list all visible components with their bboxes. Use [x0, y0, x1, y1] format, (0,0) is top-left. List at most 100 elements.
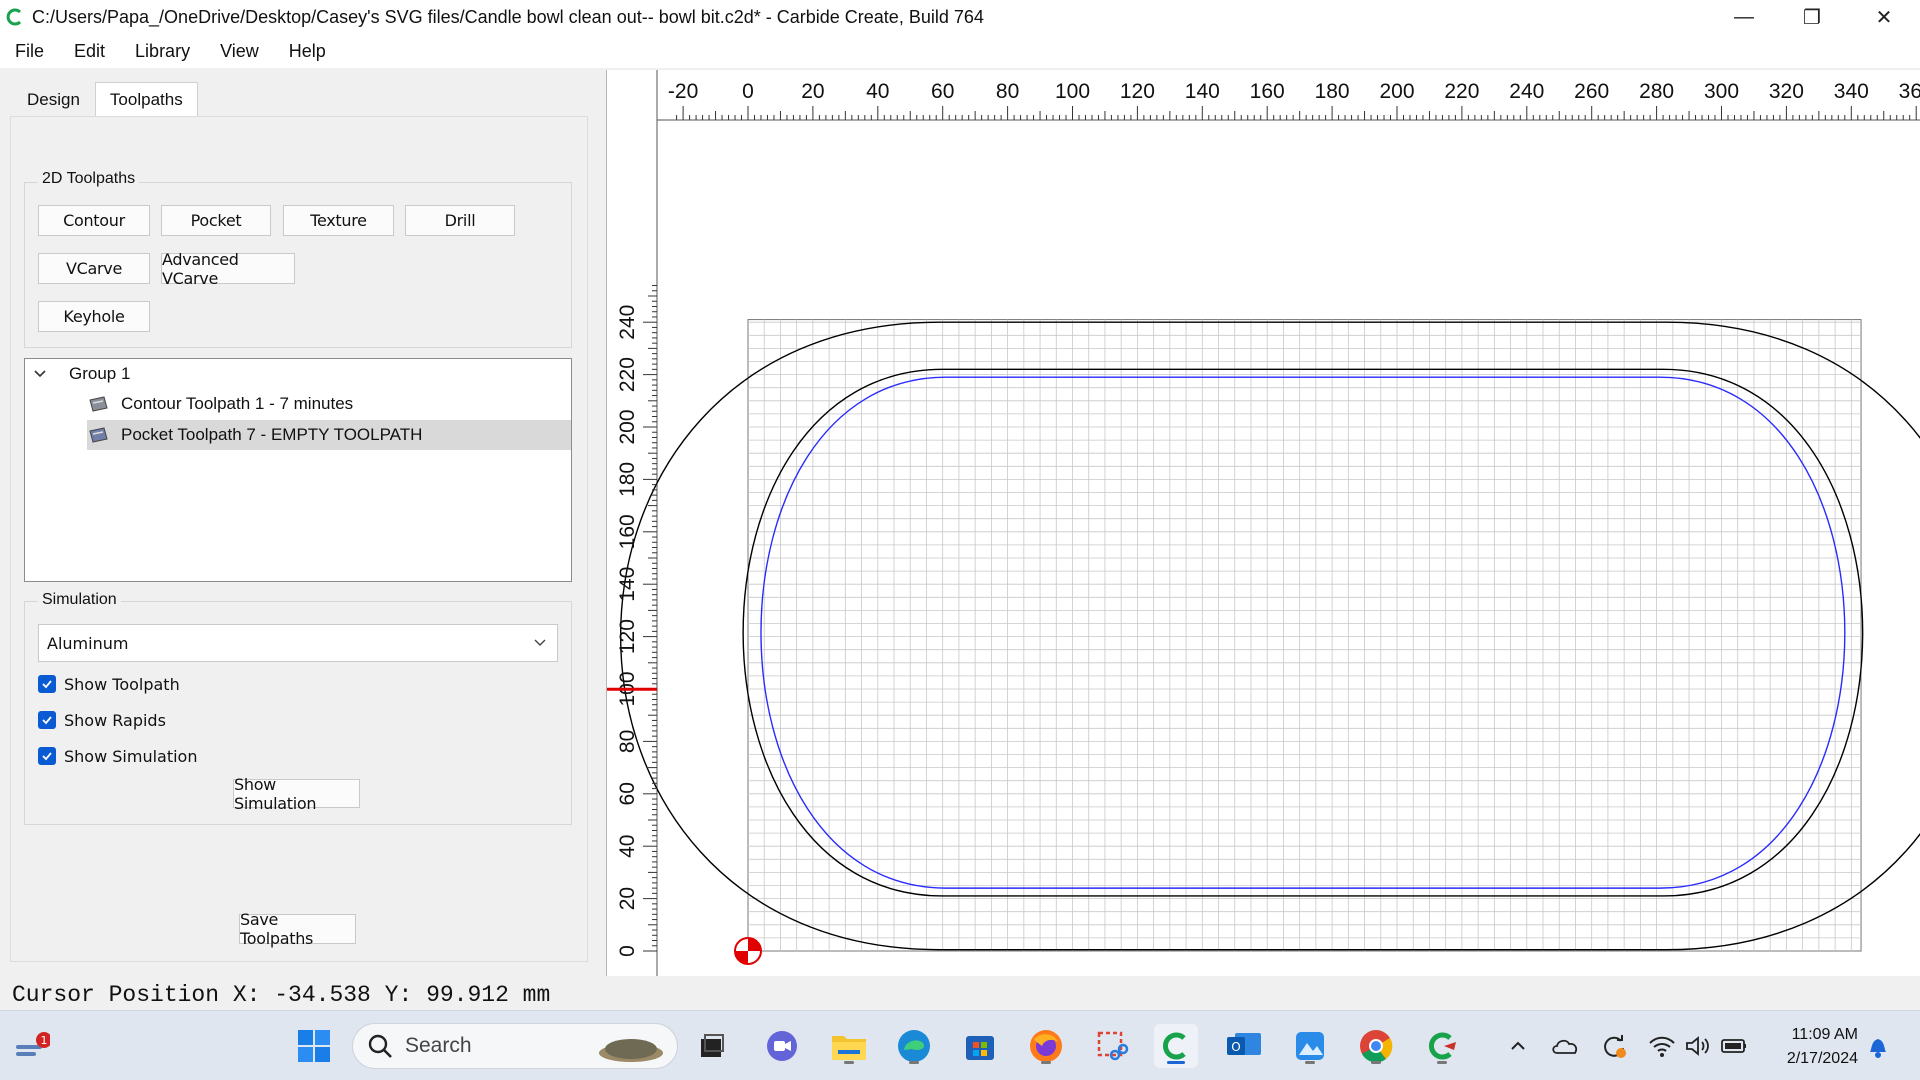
- simulation-title: Simulation: [38, 591, 121, 609]
- minimize-icon: —: [1734, 5, 1754, 28]
- chevron-down-icon[interactable]: [33, 367, 47, 381]
- menu-view[interactable]: View: [205, 41, 274, 62]
- show-rapids-checkbox[interactable]: [38, 711, 56, 729]
- tree-item-contour-toolpath[interactable]: Contour Toolpath 1 - 7 minutes: [87, 389, 571, 419]
- search-icon: [368, 1034, 392, 1058]
- menu-library[interactable]: Library: [120, 41, 205, 62]
- search-box[interactable]: Search: [352, 1023, 678, 1069]
- photos-icon[interactable]: [1288, 1024, 1332, 1068]
- tree-item-label: Pocket Toolpath 7 - EMPTY TOOLPATH: [121, 425, 423, 444]
- restore-icon: ❐: [1803, 6, 1821, 29]
- vcarve-button[interactable]: VCarve: [38, 253, 150, 284]
- chrome-icon[interactable]: [1354, 1024, 1398, 1068]
- mode-tabs: Design Toolpaths: [12, 82, 198, 116]
- texture-button[interactable]: Texture: [283, 205, 394, 236]
- system-clock[interactable]: 11:09 AM 2/17/2024: [1787, 1023, 1858, 1071]
- notification-bell-icon[interactable]: [1856, 1024, 1900, 1068]
- edge-icon[interactable]: [892, 1024, 936, 1068]
- ruler-y-label: 80: [616, 730, 639, 753]
- show-toolpath-checkbox[interactable]: [38, 675, 56, 693]
- battery-icon[interactable]: [1712, 1024, 1756, 1068]
- file-explorer-icon[interactable]: [827, 1024, 871, 1068]
- firefox-icon[interactable]: [1024, 1024, 1068, 1068]
- maximize-button[interactable]: ❐: [1784, 0, 1840, 34]
- show-simulation-button[interactable]: Show Simulation: [233, 775, 360, 813]
- sync-icon[interactable]: [1592, 1024, 1636, 1068]
- ruler-y-label: 180: [616, 462, 639, 497]
- onedrive-icon[interactable]: [1544, 1024, 1588, 1068]
- ruler-x-label: 200: [1379, 80, 1414, 103]
- toolpath-tree: Group 1 Contour Toolpath 1 - 7 minutes P…: [24, 358, 572, 582]
- chevron-up-icon[interactable]: [1496, 1024, 1540, 1068]
- design-canvas[interactable]: -20 0 20 40 60 80 100 120 140 160 180 200 220 240 260 2…: [606, 70, 1920, 976]
- ruler-x-label: 260: [1574, 80, 1609, 103]
- ruler-x-label: 360: [1899, 80, 1920, 103]
- ruler-x-label: 220: [1444, 80, 1479, 103]
- advanced-vcarve-button[interactable]: Advanced VCarve: [161, 250, 295, 288]
- title-bar: C:/Users/Papa_/OneDrive/Desktop/Casey's …: [0, 0, 1920, 34]
- ruler-x-label: 120: [1120, 80, 1155, 103]
- show-toolpath-label: Show Toolpath: [64, 674, 180, 694]
- checkmark-icon: [42, 752, 52, 761]
- ruler-y-label: 240: [616, 305, 639, 340]
- ruler-x-label: 60: [931, 80, 954, 103]
- task-view-icon[interactable]: [690, 1024, 734, 1068]
- search-placeholder: Search: [405, 1034, 472, 1057]
- ruler-x-label: 240: [1509, 80, 1544, 103]
- ruler-x-label: 280: [1639, 80, 1674, 103]
- running-indicator: [1371, 1061, 1381, 1064]
- window-title: C:/Users/Papa_/OneDrive/Desktop/Casey's …: [32, 6, 984, 27]
- checkmark-icon: [42, 716, 52, 725]
- show-simulation-checkbox[interactable]: [38, 747, 56, 765]
- tab-toolpaths[interactable]: Toolpaths: [94, 82, 198, 116]
- contour-button[interactable]: Contour: [38, 205, 150, 236]
- tab-design[interactable]: Design: [12, 82, 95, 116]
- store-icon[interactable]: [958, 1024, 1002, 1068]
- save-toolpaths-button[interactable]: Save Toolpaths: [239, 910, 356, 948]
- notification-badge: 1: [41, 1034, 48, 1047]
- outlook-icon[interactable]: O: [1222, 1024, 1266, 1068]
- drill-button[interactable]: Drill: [405, 205, 515, 236]
- close-button[interactable]: ✕: [1856, 0, 1912, 34]
- ruler-x-label: 80: [996, 80, 1019, 103]
- running-indicator: [1437, 1061, 1447, 1064]
- minimize-button[interactable]: —: [1716, 0, 1772, 34]
- ruler-y-label: 200: [616, 409, 639, 444]
- show-simulation-row[interactable]: Show Simulation: [38, 745, 197, 767]
- menu-help[interactable]: Help: [274, 41, 341, 62]
- ruler-x-label: 20: [801, 80, 824, 103]
- toolpath-icon: [89, 396, 108, 412]
- ruler-x-label: 0: [742, 80, 754, 103]
- cursor-position-status: Cursor Position X: -34.538 Y: 99.912 mm: [12, 982, 551, 1008]
- teams-icon[interactable]: [760, 1024, 804, 1068]
- carbide-motion-icon[interactable]: [1420, 1024, 1464, 1068]
- canvas-drawing[interactable]: -20 0 20 40 60 80 100 120 140 160 180 200 220 240 260 2…: [607, 70, 1920, 976]
- ruler-x-label: 40: [866, 80, 889, 103]
- chevron-down-icon: [534, 639, 546, 646]
- running-indicator: [844, 1061, 854, 1064]
- widgets-icon[interactable]: 1: [10, 1024, 54, 1068]
- carbide-create-icon[interactable]: [1154, 1024, 1198, 1068]
- tree-item-pocket-toolpath[interactable]: Pocket Toolpath 7 - EMPTY TOOLPATH: [87, 420, 571, 450]
- keyhole-button[interactable]: Keyhole: [38, 301, 150, 332]
- menu-file[interactable]: File: [0, 41, 59, 62]
- ruler-x-label: 320: [1769, 80, 1804, 103]
- running-indicator: [1305, 1061, 1315, 1064]
- ruler-x-label: -20: [668, 80, 698, 103]
- ruler-y-label: 40: [616, 835, 639, 858]
- tree-group-row[interactable]: Group 1: [25, 359, 571, 389]
- snipping-tool-icon[interactable]: [1090, 1024, 1134, 1068]
- windows-start-icon[interactable]: [292, 1024, 336, 1068]
- pocket-button[interactable]: Pocket: [161, 205, 271, 236]
- material-value: Aluminum: [47, 633, 129, 653]
- material-select[interactable]: Aluminum: [38, 624, 558, 662]
- show-rapids-row[interactable]: Show Rapids: [38, 709, 166, 731]
- ruler-x-label: 140: [1185, 80, 1220, 103]
- menu-edit[interactable]: Edit: [59, 41, 120, 62]
- ruler-y-label: 0: [616, 945, 639, 957]
- tree-group-label: Group 1: [69, 364, 131, 383]
- clock-date: 2/17/2024: [1786, 1050, 1858, 1067]
- active-indicator: [1167, 1061, 1185, 1064]
- show-toolpath-row[interactable]: Show Toolpath: [38, 673, 180, 695]
- checkmark-icon: [42, 680, 52, 689]
